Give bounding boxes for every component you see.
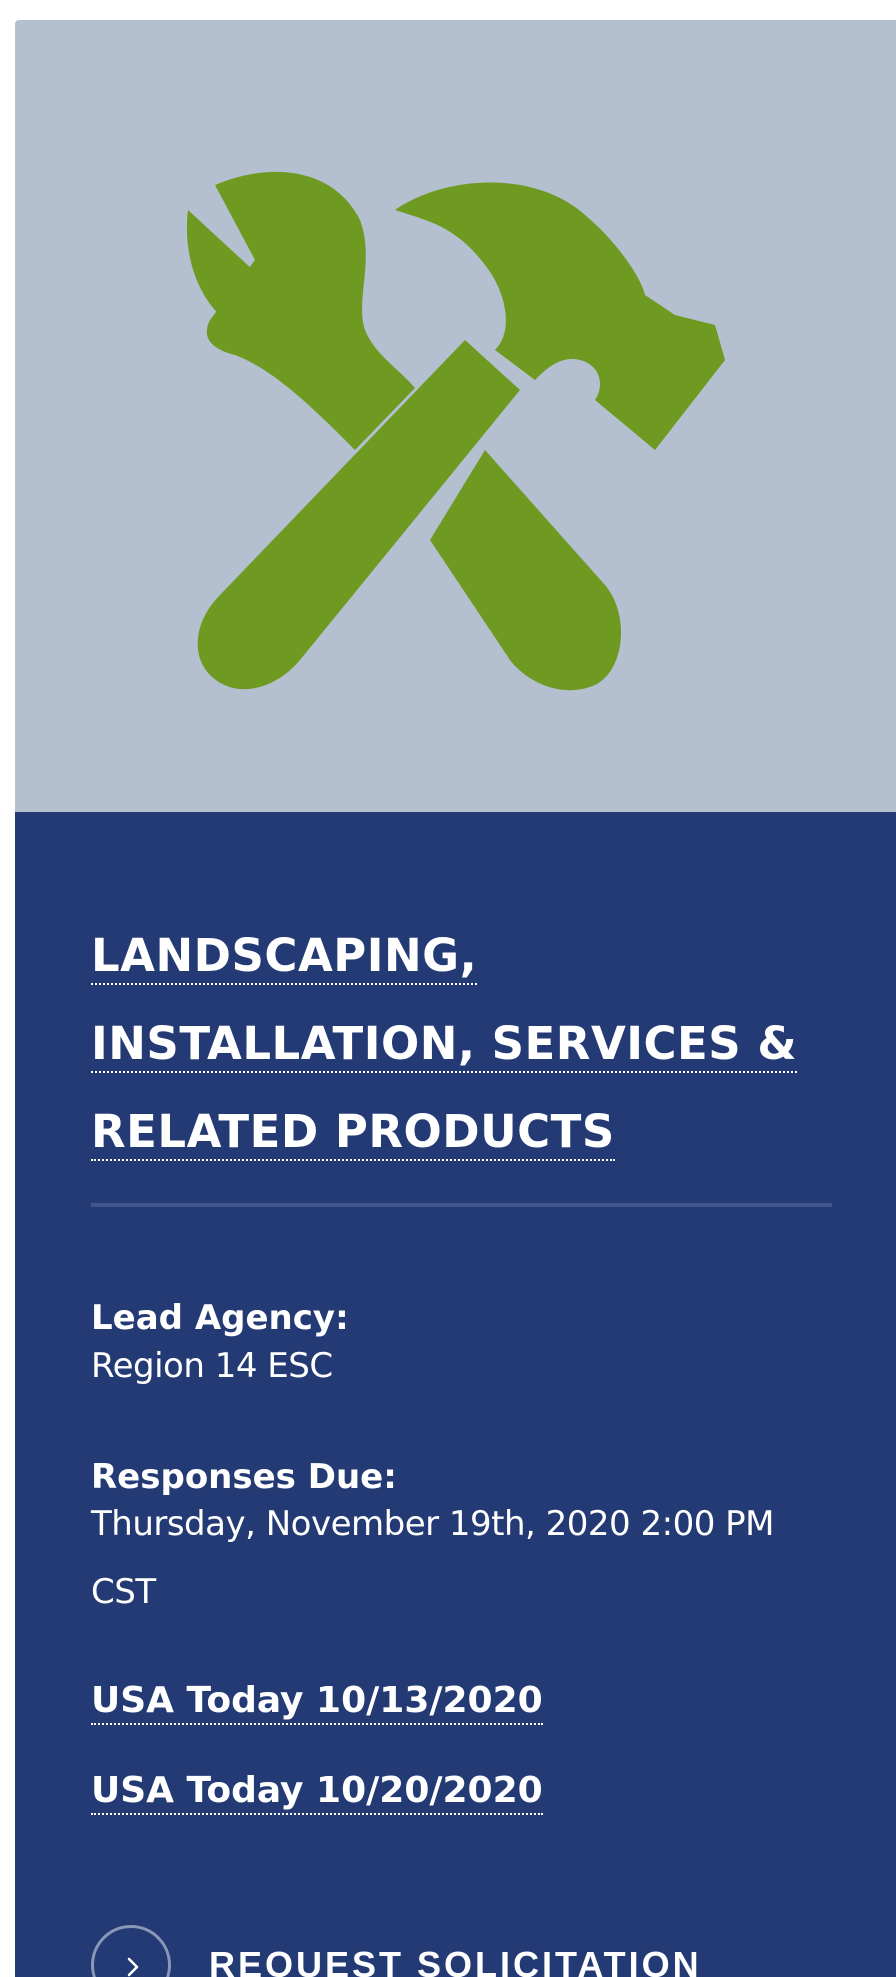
title-link-line-1[interactable]: LANDSCAPING, bbox=[91, 929, 478, 985]
divider bbox=[91, 1203, 832, 1207]
responses-due-value-cont: CST bbox=[91, 1572, 156, 1612]
doc-link-usa-today-1[interactable]: USA Today 10/13/2020 bbox=[91, 1680, 543, 1725]
cta-circle bbox=[91, 1925, 171, 1977]
request-solicitation-button[interactable]: REQUEST SOLICITATION bbox=[91, 1920, 702, 1977]
hammer-wrench-icon bbox=[186, 171, 725, 691]
card-image bbox=[15, 20, 896, 812]
responses-due-value: Thursday, November 19th, 2020 2:00 PM bbox=[91, 1504, 774, 1544]
doc-link-usa-today-2[interactable]: USA Today 10/20/2020 bbox=[91, 1770, 543, 1815]
lead-agency-value: Region 14 ESC bbox=[91, 1346, 333, 1386]
solicitation-card: LANDSCAPING, INSTALLATION, SERVICES & RE… bbox=[15, 20, 896, 1977]
title-link-line-2[interactable]: INSTALLATION, SERVICES & bbox=[91, 1017, 798, 1073]
card-title: LANDSCAPING, INSTALLATION, SERVICES & RE… bbox=[91, 912, 811, 1176]
chevron-right-icon bbox=[127, 1957, 139, 1977]
request-solicitation-label: REQUEST SOLICITATION bbox=[209, 1944, 702, 1977]
title-link-line-3[interactable]: RELATED PRODUCTS bbox=[91, 1105, 615, 1161]
